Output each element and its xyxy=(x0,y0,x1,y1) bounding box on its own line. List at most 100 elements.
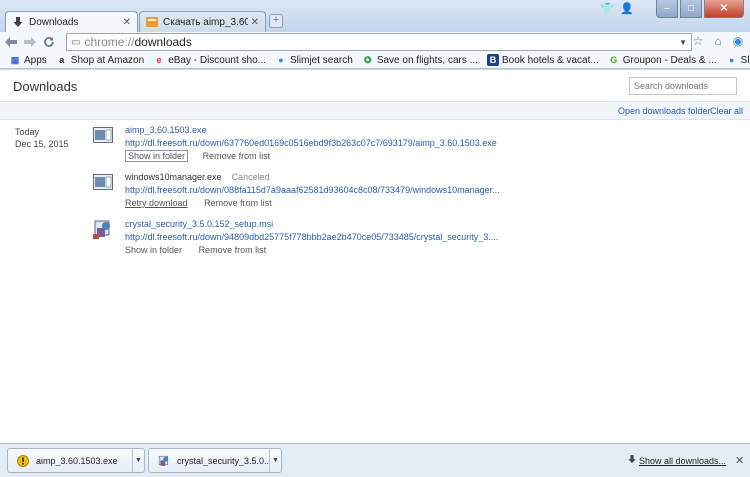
bookmark-hotels[interactable]: B Book hotels & vacat... xyxy=(487,54,599,66)
date-group: Today Dec 15, 2015 xyxy=(15,126,69,150)
download-icon xyxy=(12,16,24,28)
bookmark-label: Shop at Amazon xyxy=(70,54,145,66)
toolbar: ▭ chrome://downloads ▼ ☆ ⌂ ◉ xyxy=(0,32,750,52)
home-icon: ⌂ xyxy=(714,34,722,48)
bookmark-star-button[interactable]: ☆ xyxy=(690,33,706,49)
remove-from-list-button[interactable]: Remove from list xyxy=(199,245,267,255)
date-label: Today xyxy=(15,127,40,137)
download-status: Canceled xyxy=(231,172,270,182)
download-url-link[interactable]: http://dl.freesoft.ru/down/637760ed0169c… xyxy=(125,138,497,148)
chevron-down-icon[interactable]: ▼ xyxy=(132,449,144,472)
bookmarks-bar: ▦ Apps a Shop at Amazon e eBay - Discount s… xyxy=(0,52,750,69)
show-in-folder-button[interactable]: Show in folder xyxy=(125,245,182,255)
download-filename-text: windows10manager.exe xyxy=(125,172,222,182)
download-url-link[interactable]: http://dl.freesoft.ru/down/088fa115d7a9a… xyxy=(125,185,500,195)
toolbar-right: ☆ ⌂ ◉ xyxy=(690,33,746,49)
bookmark-slimjet-search[interactable]: ● Slimjet search xyxy=(275,54,353,66)
groupon-icon: G xyxy=(610,55,618,65)
window-controls: – □ ✕ xyxy=(656,0,744,18)
address-bar[interactable]: ▭ chrome://downloads ▼ xyxy=(66,33,692,51)
date-value: Dec 15, 2015 xyxy=(15,139,69,149)
forward-arrow-icon xyxy=(24,37,36,47)
slimjet-icon: ● xyxy=(728,55,735,65)
slimjet-menu-icon: ◉ xyxy=(732,34,744,48)
forward-button[interactable] xyxy=(22,34,38,50)
tab-title: Downloads xyxy=(29,16,79,28)
reload-button[interactable] xyxy=(41,34,57,50)
exe-file-icon xyxy=(93,127,113,143)
download-filename: windows10manager.exe Canceled xyxy=(125,172,270,182)
download-filename-link[interactable]: crystal_security_3.5.0.152_setup.msi xyxy=(125,219,273,229)
downloads-page: Downloads Open downloads folder Clear al… xyxy=(0,70,750,443)
bookmark-amazon[interactable]: a Shop at Amazon xyxy=(56,54,144,66)
booking-icon: B xyxy=(487,54,499,66)
apps-grid-icon: ▦ xyxy=(10,54,20,65)
shelf-item-name: aimp_3.60.1503.exe xyxy=(36,455,118,466)
travel-icon: ✪ xyxy=(364,54,372,65)
download-actions: Retry download Remove from list xyxy=(125,198,286,208)
title-bar-icons: 👕 👤 xyxy=(601,2,634,15)
bookmark-label: Apps xyxy=(24,54,47,66)
open-downloads-folder-link[interactable]: Open downloads folder xyxy=(618,106,711,116)
close-shelf-icon[interactable]: ✕ xyxy=(735,454,744,467)
url-scheme: chrome:// xyxy=(84,35,135,49)
action-bar: Open downloads folder Clear all xyxy=(0,102,750,120)
new-tab-button[interactable]: + xyxy=(269,14,283,28)
retry-download-button[interactable]: Retry download xyxy=(125,198,188,208)
url-host: downloads xyxy=(134,35,192,49)
menu-button[interactable]: ◉ xyxy=(730,33,746,49)
amazon-icon: a xyxy=(59,55,65,65)
bookmark-flights[interactable]: ✪ Save on flights, cars ... xyxy=(362,54,478,66)
bookmark-label: eBay - Discount sho... xyxy=(168,54,267,66)
site-favicon-icon xyxy=(146,16,158,28)
bookmark-apps[interactable]: ▦ Apps xyxy=(9,54,47,66)
bookmark-label: Book hotels & vacat... xyxy=(502,54,599,66)
maximize-button[interactable]: □ xyxy=(680,0,702,18)
bookmark-ebay[interactable]: e eBay - Discount sho... xyxy=(153,54,266,66)
show-all-downloads: Show all downloads... xyxy=(628,455,726,466)
bookmark-groupon[interactable]: G Groupon - Deals & ... xyxy=(608,54,717,66)
tab-aimp-download[interactable]: Скачать aimp_3.60.1503.e ✕ xyxy=(139,11,266,32)
close-tab-icon[interactable]: ✕ xyxy=(251,17,259,28)
page-header: Downloads xyxy=(0,70,750,102)
warning-icon xyxy=(16,454,30,468)
msi-installer-icon xyxy=(157,454,171,468)
show-in-folder-button[interactable]: Show in folder xyxy=(125,150,189,162)
page-title: Downloads xyxy=(13,79,78,94)
download-shelf: aimp_3.60.1503.exe ▼ crystal_security_3.… xyxy=(0,443,750,477)
close-tab-icon[interactable]: ✕ xyxy=(123,17,131,28)
chevron-down-icon[interactable]: ▼ xyxy=(269,449,281,472)
remove-from-list-button[interactable]: Remove from list xyxy=(203,151,271,161)
bookmark-label: Save on flights, cars ... xyxy=(376,54,478,66)
back-button[interactable] xyxy=(3,34,19,50)
bookmark-label: Slimjet homepage xyxy=(740,54,750,66)
shelf-item-aimp[interactable]: aimp_3.60.1503.exe ▼ xyxy=(7,448,145,473)
bookmark-slimjet-homepage[interactable]: ● Slimjet homepage xyxy=(726,54,750,66)
search-downloads-input[interactable] xyxy=(629,77,737,95)
back-arrow-icon xyxy=(5,37,17,47)
minimize-button[interactable]: – xyxy=(656,0,678,18)
download-actions: Show in folder Remove from list xyxy=(125,245,280,255)
tab-downloads[interactable]: Downloads ✕ xyxy=(5,11,138,32)
page-icon: ▭ xyxy=(71,36,81,48)
exe-file-icon xyxy=(93,174,113,190)
download-filename-link[interactable]: aimp_3.60.1503.exe xyxy=(125,125,207,135)
close-window-button[interactable]: ✕ xyxy=(704,0,744,18)
download-url-link[interactable]: http://dl.freesoft.ru/down/94809dbd25775… xyxy=(125,232,498,242)
msi-installer-icon xyxy=(93,220,110,239)
chevron-down-icon[interactable]: ▼ xyxy=(679,38,687,47)
download-actions: Show in folder Remove from list xyxy=(125,150,284,162)
tab-title: Скачать aimp_3.60.1503.e xyxy=(163,16,248,28)
remove-from-list-button[interactable]: Remove from list xyxy=(204,198,272,208)
star-icon: ☆ xyxy=(692,34,704,48)
bookmark-label: Groupon - Deals & ... xyxy=(622,54,717,66)
download-arrow-icon xyxy=(628,455,636,466)
clear-all-link[interactable]: Clear all xyxy=(710,106,743,116)
shirt-icon[interactable]: 👕 xyxy=(601,2,615,15)
home-button[interactable]: ⌂ xyxy=(710,33,726,49)
user-icon[interactable]: 👤 xyxy=(620,2,634,15)
shelf-item-name: crystal_security_3.5.0....msi xyxy=(177,455,269,466)
shelf-item-crystal-security[interactable]: crystal_security_3.5.0....msi ▼ xyxy=(148,448,282,473)
bookmark-label: Slimjet search xyxy=(290,54,353,66)
show-all-downloads-link[interactable]: Show all downloads... xyxy=(639,456,726,466)
